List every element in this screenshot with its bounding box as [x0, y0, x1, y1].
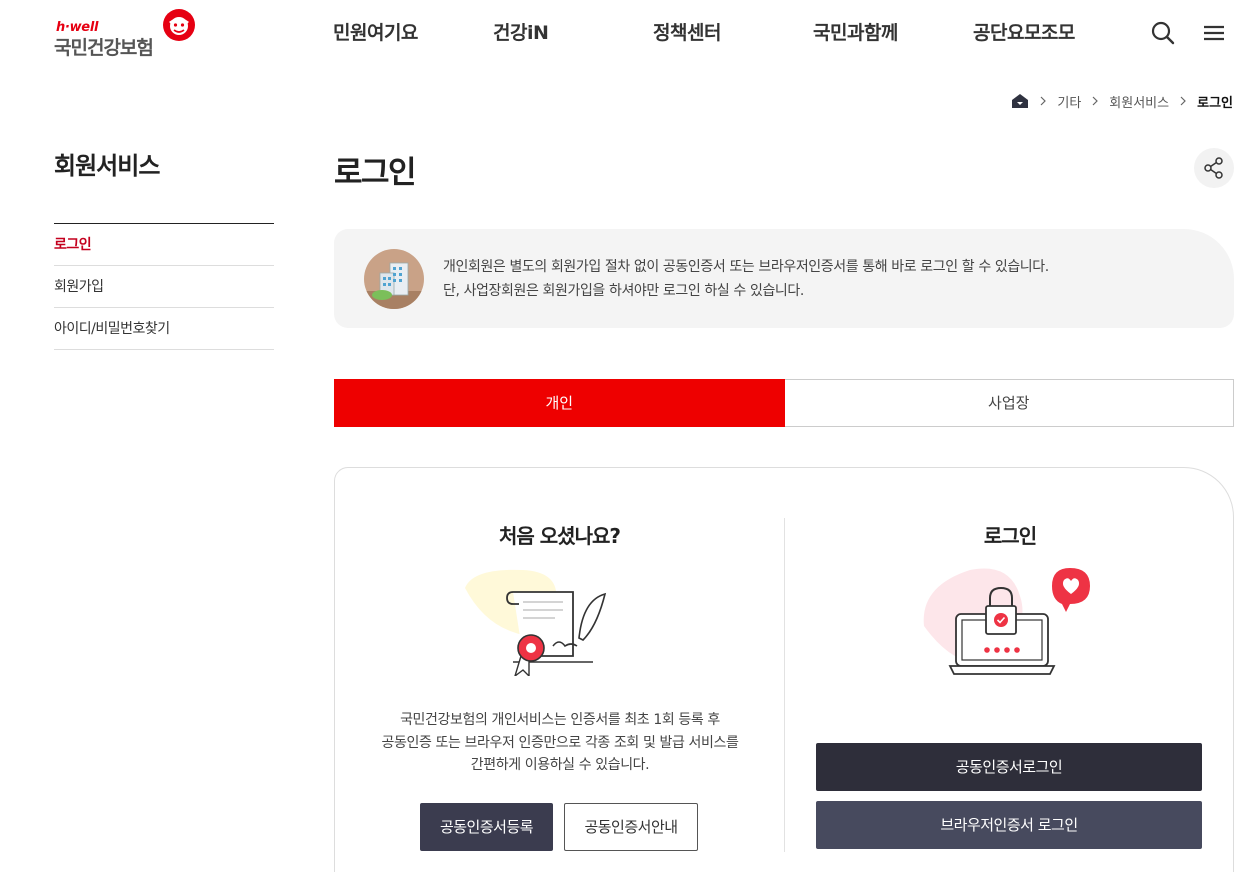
register-certificate-button[interactable]: 공동인증서등록	[420, 803, 553, 851]
laptop-lock-illustration-icon	[923, 568, 1090, 675]
search-icon[interactable]	[1150, 20, 1176, 46]
first-visit-title: 처음 오셨나요?	[499, 524, 621, 548]
tab-business[interactable]: 사업장	[784, 379, 1234, 427]
site-logo[interactable]: h·well 국민건강보험	[54, 8, 198, 60]
page-title: 로그인	[334, 155, 417, 191]
column-divider	[784, 518, 785, 852]
gnb-item-health-in[interactable]: 건강iN	[493, 18, 549, 45]
logo-mark-icon	[163, 9, 195, 41]
breadcrumb-current: 로그인	[1197, 95, 1233, 111]
sidebar-item-login[interactable]: 로그인	[54, 224, 274, 266]
certificate-guide-button[interactable]: 공동인증서안내	[564, 803, 698, 851]
chevron-right-icon	[1180, 96, 1186, 106]
sidebar-item-signup[interactable]: 회원가입	[54, 266, 274, 308]
login-notice-box: 개인회원은 별도의 회원가입 절차 없이 공동인증서 또는 브라우저인증서를 통…	[334, 229, 1234, 328]
sidebar-menu: 로그인 회원가입 아이디/비밀번호찾기	[54, 223, 274, 350]
breadcrumb: 기타 회원서비스 로그인	[1011, 92, 1233, 111]
breadcrumb-item-etc[interactable]: 기타	[1057, 92, 1081, 111]
login-card: 처음 오셨나요? 국민건강보험의 개인서비스는 인증서를 최초 1회 등록 후 …	[334, 467, 1234, 872]
member-type-tabs: 개인 사업장	[334, 379, 1234, 427]
gnb-item-about-corp[interactable]: 공단요모조모	[973, 18, 1075, 45]
login-section-title: 로그인	[983, 524, 1037, 548]
building-illustration-icon	[364, 249, 424, 309]
hamburger-menu-icon[interactable]	[1201, 20, 1227, 46]
share-button[interactable]	[1194, 148, 1234, 188]
gnb-item-civil-service[interactable]: 민원여기요	[333, 18, 418, 45]
breadcrumb-item-member-service[interactable]: 회원서비스	[1109, 92, 1169, 111]
notice-line-1: 개인회원은 별도의 회원가입 절차 없이 공동인증서 또는 브라우저인증서를 통…	[443, 259, 1049, 275]
certificate-login-button[interactable]: 공동인증서로그인	[816, 743, 1202, 791]
notice-line-2: 단, 사업장회원은 회원가입을 하셔야만 로그인 하실 수 있습니다.	[443, 283, 804, 299]
first-visit-description: 국민건강보험의 개인서비스는 인증서를 최초 1회 등록 후 공동인증 또는 브…	[355, 709, 765, 777]
gnb-item-with-citizens[interactable]: 국민과함께	[813, 18, 898, 45]
chevron-right-icon	[1092, 96, 1099, 106]
notice-text: 개인회원은 별도의 회원가입 절차 없이 공동인증서 또는 브라우저인증서를 통…	[443, 255, 1049, 303]
browser-certificate-login-button[interactable]: 브라우저인증서 로그인	[816, 801, 1202, 849]
first-visit-desc-line-3: 간편하게 이용하실 수 있습니다.	[470, 757, 650, 773]
first-visit-desc-line-1: 국민건강보험의 개인서비스는 인증서를 최초 1회 등록 후	[400, 712, 720, 728]
share-icon	[1204, 157, 1223, 179]
certificate-illustration-icon	[465, 569, 607, 676]
first-visit-desc-line-2: 공동인증 또는 브라우저 인증만으로 각종 조회 및 발급 서비스를	[381, 734, 739, 751]
gnb-item-policy-center[interactable]: 정책센터	[653, 18, 721, 45]
logo-name: 국민건강보험	[54, 37, 154, 59]
tab-personal[interactable]: 개인	[334, 379, 785, 427]
sidebar-item-find-id-password[interactable]: 아이디/비밀번호찾기	[54, 308, 274, 350]
home-icon[interactable]	[1011, 93, 1029, 109]
sidebar-title: 회원서비스	[54, 152, 160, 180]
chevron-right-icon	[1040, 96, 1047, 106]
